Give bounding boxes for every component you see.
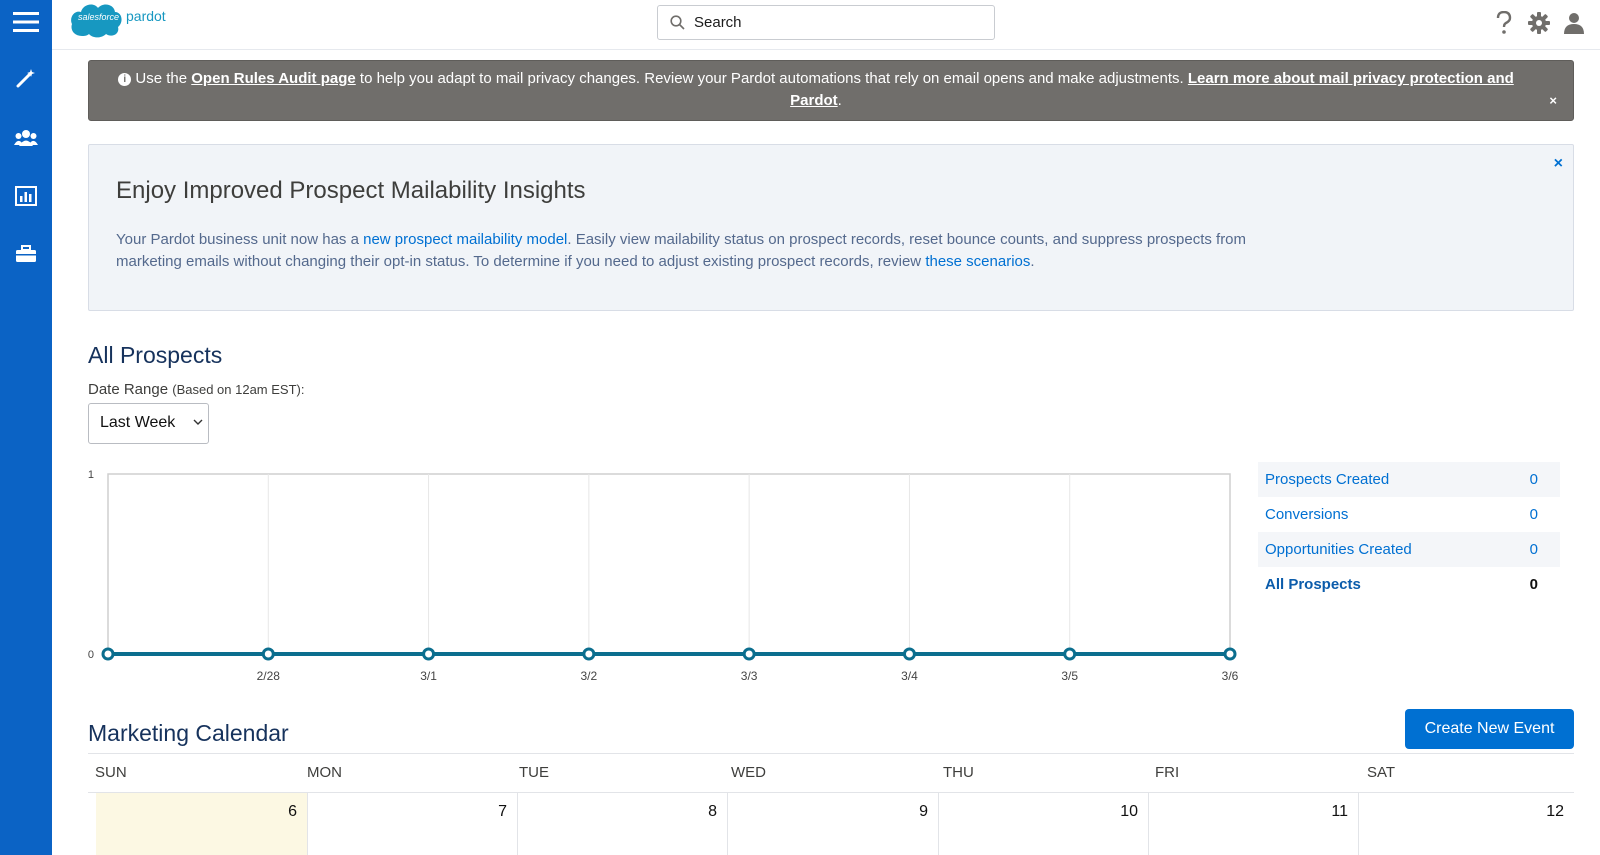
chart-data-point <box>1223 647 1237 661</box>
chevron-down-icon <box>193 419 203 425</box>
chart-x-tick-label: 3/5 <box>1061 669 1078 683</box>
mailability-insight-panel: Enjoy Improved Prospect Mailability Insi… <box>88 144 1574 311</box>
chart-data-point <box>261 647 275 661</box>
notice-close-button[interactable]: × <box>1549 90 1557 112</box>
calendar-day-header: THU <box>943 764 974 781</box>
sidebar-item-automation[interactable] <box>0 56 52 100</box>
chart-x-tick-label: 3/2 <box>581 669 598 683</box>
brand-small: salesforce <box>78 12 120 22</box>
mailability-model-link[interactable]: new prospect mailability model <box>363 231 567 248</box>
search-placeholder: Search <box>694 14 742 31</box>
chart-data-point <box>1063 647 1077 661</box>
scenarios-link[interactable]: these scenarios <box>925 253 1030 270</box>
calendar-day-cell[interactable]: 10 <box>939 793 1149 855</box>
chart-x-tick-label: 3/3 <box>741 669 758 683</box>
notice-suffix: . <box>837 92 842 109</box>
insight-title: Enjoy Improved Prospect Mailability Insi… <box>116 177 586 204</box>
search-icon <box>670 15 685 30</box>
chart-data-point <box>101 647 115 661</box>
chart-y-tick-label: 0 <box>88 649 94 661</box>
help-icon <box>1496 11 1512 34</box>
stat-row-all-prospects[interactable]: All Prospects 0 <box>1258 567 1560 602</box>
calendar-day-cell[interactable]: 8 <box>518 793 728 855</box>
marketing-calendar-title: Marketing Calendar <box>88 720 289 746</box>
calendar-day-cell-today[interactable]: 6 <box>96 793 308 855</box>
stat-label: Conversions <box>1265 506 1349 523</box>
prospects-line-chart: 0 1 2/28 3/1 3/2 3/3 3/4 3/5 3/6 <box>88 469 1239 683</box>
privacy-notice-banner: i Use the Open Rules Audit page to help … <box>88 60 1574 121</box>
bar-chart-icon <box>15 186 37 206</box>
calendar-day-cell[interactable]: 12 <box>1359 793 1574 855</box>
notice-prefix: Use the <box>135 70 188 87</box>
all-prospects-title: All Prospects <box>88 342 223 368</box>
date-range-value: Last Week <box>100 414 176 431</box>
insight-text-1: Your Pardot business unit now has a <box>116 231 359 248</box>
open-rules-audit-link[interactable]: Open Rules Audit page <box>191 70 355 87</box>
chart-plot-frame <box>107 473 1231 655</box>
chart-data-point <box>582 647 596 661</box>
stat-row-prospects-created[interactable]: Prospects Created 0 <box>1258 462 1560 497</box>
search-input[interactable]: Search <box>657 5 995 40</box>
calendar-day-header: SAT <box>1367 764 1396 781</box>
insight-close-button[interactable]: × <box>1554 155 1563 173</box>
stat-value: 0 <box>1529 506 1538 523</box>
user-menu-button[interactable] <box>1559 8 1589 38</box>
stat-label: Prospects Created <box>1265 471 1390 488</box>
users-icon <box>14 130 38 146</box>
chart-x-tick-label: 3/1 <box>420 669 437 683</box>
sidebar-item-tools[interactable] <box>0 232 52 276</box>
stat-value: 0 <box>1529 471 1538 488</box>
calendar-day-cell[interactable]: 11 <box>1149 793 1359 855</box>
hamburger-icon <box>13 12 39 32</box>
chart-x-tick-label: 3/6 <box>1222 669 1239 683</box>
stat-value: 0 <box>1529 576 1538 593</box>
stat-row-conversions[interactable]: Conversions 0 <box>1258 497 1560 532</box>
chart-y-tick-label: 1 <box>88 469 94 481</box>
calendar-day-header: TUE <box>519 764 549 781</box>
salesforce-pardot-logo[interactable]: salesforce pardot <box>70 0 166 43</box>
calendar-week-row: 6 7 8 9 10 11 12 <box>88 793 1574 855</box>
user-icon <box>1564 13 1584 34</box>
date-range-label: Date Range (Based on 12am EST): <box>88 381 304 398</box>
prospects-stats-table: Prospects Created 0 Conversions 0 Opportun… <box>1258 462 1560 602</box>
menu-button[interactable] <box>0 0 52 44</box>
info-icon: i <box>118 73 132 86</box>
calendar-header: SUN MON TUE WED THU FRI SAT <box>88 753 1574 793</box>
calendar-day-header: FRI <box>1155 764 1180 781</box>
settings-button[interactable] <box>1524 8 1554 38</box>
gear-icon <box>1528 12 1550 34</box>
create-new-event-button[interactable]: Create New Event <box>1405 709 1574 749</box>
calendar-day-cell[interactable]: 7 <box>308 793 518 855</box>
notice-middle: to help you adapt to mail privacy change… <box>359 70 1184 87</box>
calendar-day-cell[interactable]: 9 <box>728 793 939 855</box>
calendar-day-header: SUN <box>95 764 127 781</box>
insight-text-3: . <box>1030 253 1035 270</box>
sidebar <box>0 0 52 855</box>
top-bar: salesforce pardot Search <box>52 0 1600 50</box>
briefcase-icon <box>16 245 36 262</box>
insight-text: Your Pardot business unit now has a new … <box>116 229 1256 273</box>
calendar-day-header: MON <box>307 764 342 781</box>
date-range-note: (Based on 12am EST): <box>172 382 305 397</box>
chart-data-point <box>902 647 916 661</box>
brand-product: pardot <box>126 8 166 24</box>
date-range-text: Date Range <box>88 381 169 398</box>
sidebar-item-prospects[interactable] <box>0 116 52 160</box>
stat-label: Opportunities Created <box>1265 541 1412 558</box>
stat-row-opportunities-created[interactable]: Opportunities Created 0 <box>1258 532 1560 567</box>
chart-x-tick-label: 2/28 <box>257 669 281 683</box>
stat-value: 0 <box>1529 541 1538 558</box>
stat-label: All Prospects <box>1265 576 1361 593</box>
magic-wand-icon <box>16 69 35 88</box>
help-button[interactable] <box>1489 8 1519 38</box>
date-range-select[interactable]: Last Week <box>88 403 209 444</box>
chart-x-tick-label: 3/4 <box>901 669 918 683</box>
chart-data-point <box>422 647 436 661</box>
sidebar-item-reports[interactable] <box>0 174 52 218</box>
chart-data-point <box>742 647 756 661</box>
calendar-day-header: WED <box>731 764 766 781</box>
